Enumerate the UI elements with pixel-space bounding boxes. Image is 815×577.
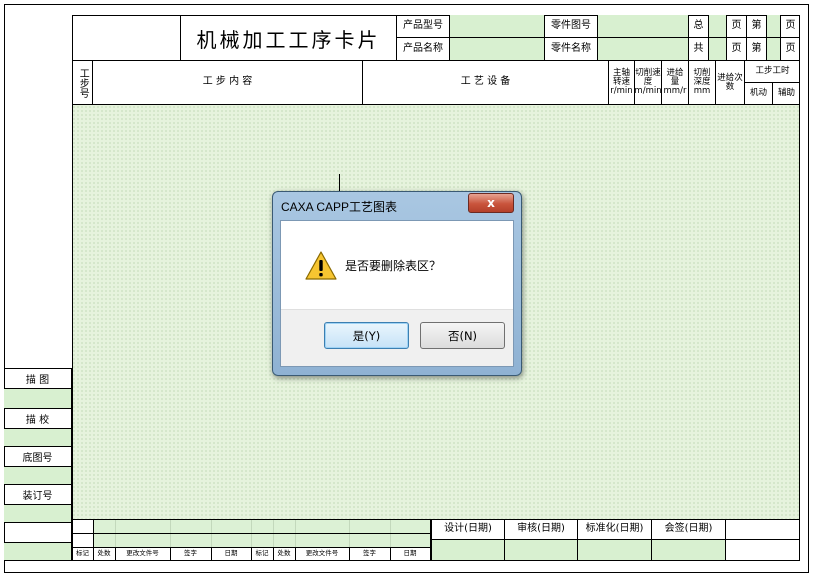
page-no-unit: 页 (781, 15, 800, 38)
check-label: 描 校 (4, 408, 72, 428)
page-title: 机械加工工序卡片 (196, 27, 381, 52)
count-label: 共 (689, 38, 709, 61)
dialog-button-area: 是(Y) 否(N) (281, 309, 513, 366)
header-title-block: 机械加工工序卡片 (72, 15, 397, 61)
binding-no-label: 装订号 (4, 484, 72, 504)
sign-field[interactable] (652, 540, 726, 561)
check-field[interactable] (4, 428, 72, 446)
count-field[interactable] (709, 38, 727, 61)
dialog-body: 是否要删除表区？ 是(Y) 否(N) (280, 220, 514, 367)
page-no-unit-2: 页 (781, 38, 800, 61)
foot-mark-1: 标记 (76, 549, 89, 557)
dialog-message: 是否要删除表区？ (345, 259, 442, 273)
foot-mark-5: 日期 (224, 549, 238, 557)
dialog-close-button[interactable]: x (468, 193, 514, 213)
design-label: 设计(日期) (431, 519, 505, 540)
foot-mark-9: 签字 (363, 549, 376, 557)
col-cut-speed: 切削速度 m/min (635, 61, 662, 105)
col-step-no-label: 工步号 (77, 67, 89, 98)
col-aux-time: 辅助 (773, 83, 800, 105)
trace-label: 描 图 (4, 368, 72, 388)
foot-mark-10: 日期 (403, 549, 417, 557)
foot-mark-7: 处数 (277, 549, 291, 557)
page-no-field[interactable] (767, 15, 781, 38)
close-icon: x (487, 196, 495, 210)
col-step-no: 工步号 (72, 61, 93, 105)
no-button[interactable]: 否(N) (420, 322, 505, 349)
part-drawing-label: 零件图号 (545, 15, 598, 38)
footer-mark-labels: 标记 处数 更改文件号 签字 日期 标记 处数 更改文件号 签字 日期 (72, 547, 431, 561)
count-page-unit: 页 (727, 38, 747, 61)
col-machine-time: 机动 (745, 83, 773, 105)
part-name-field[interactable] (598, 38, 689, 61)
part-name-label: 零件名称 (545, 38, 598, 61)
total-pages-field[interactable] (709, 15, 727, 38)
col-step-hours: 工步工时 (745, 61, 800, 83)
trace-field[interactable] (4, 388, 72, 408)
footer-blank-bottom (726, 540, 800, 561)
design-field[interactable] (431, 540, 505, 561)
mark-row-1[interactable] (94, 520, 430, 533)
col-cut-depth: 切削深度 mm (689, 61, 716, 105)
base-no-field[interactable] (4, 466, 72, 484)
total-page-unit: 页 (727, 15, 747, 38)
page-no-field-2[interactable] (767, 38, 781, 61)
left-blank-1 (4, 522, 72, 542)
product-model-label: 产品型号 (397, 15, 450, 38)
base-no-label: 底图号 (4, 446, 72, 466)
confirm-dialog[interactable]: CAXA CAPP工艺图表 x 是否要删除表区？ 是(Y) 否(N) (272, 191, 522, 376)
mark-row-2[interactable] (94, 534, 430, 547)
review-field[interactable] (505, 540, 578, 561)
review-label: 审核(日期) (505, 519, 578, 540)
product-model-field[interactable] (450, 15, 545, 38)
part-drawing-field[interactable] (598, 15, 689, 38)
foot-mark-6: 标记 (255, 549, 269, 557)
col-spindle-speed: 主轴转速 r/min (609, 61, 635, 105)
dialog-title: CAXA CAPP工艺图表 (281, 200, 398, 214)
foot-mark-2: 处数 (97, 549, 111, 557)
standard-label: 标准化(日期) (578, 519, 652, 540)
binding-no-field[interactable] (4, 504, 72, 522)
sign-label: 会签(日期) (652, 519, 726, 540)
col-feed-times: 进给次数 (716, 61, 745, 105)
left-blank-2[interactable] (4, 542, 72, 561)
col-step-content: 工 步 内 容 (93, 61, 363, 105)
yes-button[interactable]: 是(Y) (324, 322, 409, 349)
product-name-label: 产品名称 (397, 38, 450, 61)
foot-mark-8: 更改文件号 (305, 549, 339, 557)
total-label: 总 (689, 15, 709, 38)
standard-field[interactable] (578, 540, 652, 561)
foot-mark-3: 更改文件号 (126, 549, 159, 557)
footer-blank-top (726, 519, 800, 540)
page-no-label-2: 第 (747, 38, 767, 61)
col-feed: 进给量 mm/r (662, 61, 689, 105)
product-name-field[interactable] (450, 38, 545, 61)
warning-icon (305, 251, 337, 280)
foot-mark-4: 签字 (184, 549, 197, 557)
col-equipment: 工 艺 设 备 (363, 61, 609, 105)
page-no-label: 第 (747, 15, 767, 38)
